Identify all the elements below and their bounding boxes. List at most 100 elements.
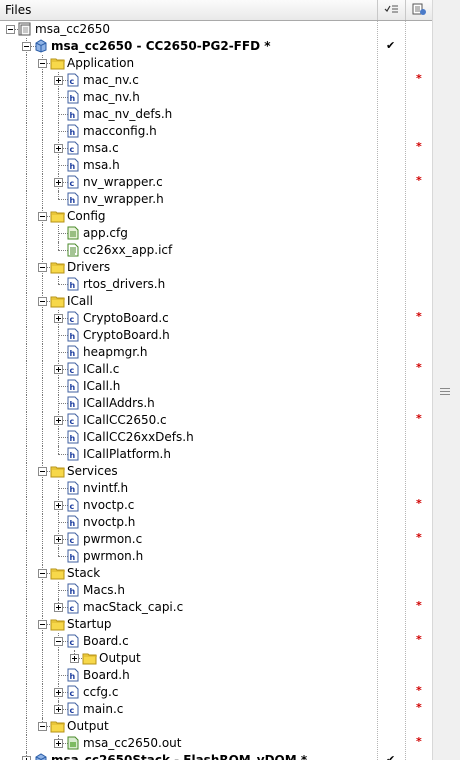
h-file-icon: h xyxy=(66,345,80,359)
collapse-icon[interactable] xyxy=(6,25,15,34)
tree-item-file[interactable]: c macStack_capi.c * xyxy=(0,599,432,616)
tree-guide-line xyxy=(42,378,43,395)
tree-item-file[interactable]: c nvoctp.c * xyxy=(0,497,432,514)
tree-guide-line xyxy=(42,106,43,123)
build-check-icon[interactable]: ✔ xyxy=(386,753,395,760)
tree-item-file[interactable]: h ICallCC26xxDefs.h xyxy=(0,429,432,446)
tree-item-folder[interactable]: Output xyxy=(0,650,432,667)
tree-item-file[interactable]: h ICallPlatform.h xyxy=(0,446,432,463)
tree-item-file[interactable]: c pwrmon.c * xyxy=(0,531,432,548)
tree-item-folder[interactable]: Stack xyxy=(0,565,432,582)
expand-icon[interactable] xyxy=(54,178,63,187)
expand-icon[interactable] xyxy=(54,739,63,748)
tree-item-file[interactable]: h mac_nv_defs.h xyxy=(0,106,432,123)
tree-item-file[interactable]: h ICall.h xyxy=(0,378,432,395)
tree-item-project[interactable]: msa_cc2650 - CC2650-PG2-FFD * ✔ xyxy=(0,38,432,55)
collapse-icon[interactable] xyxy=(38,722,47,731)
expand-icon[interactable] xyxy=(54,688,63,697)
tree-item-label: cc26xx_app.icf xyxy=(83,243,173,257)
tree-guide-line xyxy=(42,276,43,293)
options-column-header[interactable] xyxy=(405,0,433,20)
tree-item-file[interactable]: h CryptoBoard.h xyxy=(0,327,432,344)
expand-icon[interactable] xyxy=(54,144,63,153)
tree-guide-line xyxy=(26,310,27,327)
tree-item-file[interactable]: c mac_nv.c * xyxy=(0,72,432,89)
tree-item-file[interactable]: c ccfg.c * xyxy=(0,684,432,701)
collapse-icon[interactable] xyxy=(38,569,47,578)
modified-marker: * xyxy=(416,174,422,187)
tree-item-file[interactable]: c main.c * xyxy=(0,701,432,718)
tree-item-folder[interactable]: Services xyxy=(0,463,432,480)
collapse-icon[interactable] xyxy=(38,620,47,629)
scrollbar-grip-icon[interactable] xyxy=(440,388,450,396)
tree-item-file[interactable]: c msa.c * xyxy=(0,140,432,157)
collapse-icon[interactable] xyxy=(22,42,31,51)
collapse-icon[interactable] xyxy=(38,263,47,272)
tree-item-folder[interactable]: Config xyxy=(0,208,432,225)
tree-guide-line xyxy=(42,242,43,259)
collapse-icon[interactable] xyxy=(38,59,47,68)
expand-icon[interactable] xyxy=(54,705,63,714)
modified-marker: * xyxy=(416,701,422,714)
tree-item-label: pwrmon.c xyxy=(83,532,143,546)
tree-item-file[interactable]: msa_cc2650.out * xyxy=(0,735,432,752)
expand-icon[interactable] xyxy=(54,416,63,425)
tree-item-file[interactable]: h nv_wrapper.h xyxy=(0,191,432,208)
tree-item-file[interactable]: c CryptoBoard.c * xyxy=(0,310,432,327)
collapse-icon[interactable] xyxy=(38,212,47,221)
c-file-icon: c xyxy=(66,498,80,512)
expand-icon[interactable] xyxy=(54,314,63,323)
build-check-icon[interactable]: ✔ xyxy=(386,39,395,52)
expand-icon[interactable] xyxy=(54,603,63,612)
svg-text:h: h xyxy=(70,196,76,205)
svg-text:h: h xyxy=(70,587,76,596)
tree-guide-line xyxy=(26,548,27,565)
tree-item-project[interactable]: msa_cc2650Stack - FlashROM_vDOM * ✔ xyxy=(0,752,432,760)
tree-item-folder[interactable]: Application xyxy=(0,55,432,72)
tree-item-file[interactable]: h nvintf.h xyxy=(0,480,432,497)
c-file-icon: c xyxy=(66,311,80,325)
tree-item-file[interactable]: h Board.h xyxy=(0,667,432,684)
tree-item-label: ICall.c xyxy=(83,362,120,376)
expand-icon[interactable] xyxy=(54,76,63,85)
tree-item-file[interactable]: h Macs.h xyxy=(0,582,432,599)
tree-item-file[interactable]: h nvoctp.h xyxy=(0,514,432,531)
tree-item-file[interactable]: c nv_wrapper.c * xyxy=(0,174,432,191)
tree-item-workspace[interactable]: msa_cc2650 xyxy=(0,21,432,38)
tree-item-file[interactable]: cc26xx_app.icf xyxy=(0,242,432,259)
collapse-icon[interactable] xyxy=(38,297,47,306)
tree-item-file[interactable]: h msa.h xyxy=(0,157,432,174)
tree-item-file[interactable]: app.cfg xyxy=(0,225,432,242)
expand-icon[interactable] xyxy=(22,756,31,760)
tree-item-file[interactable]: c ICall.c * xyxy=(0,361,432,378)
tree-item-folder[interactable]: Startup xyxy=(0,616,432,633)
collapse-icon[interactable] xyxy=(54,637,63,646)
tree-item-file[interactable]: c Board.c * xyxy=(0,633,432,650)
tree-item-file[interactable]: h macconfig.h xyxy=(0,123,432,140)
tree-guide-line xyxy=(26,327,27,344)
tree-item-label: heapmgr.h xyxy=(83,345,148,359)
vertical-scrollbar[interactable] xyxy=(432,0,460,760)
tree-item-label: Application xyxy=(67,56,135,70)
expand-icon[interactable] xyxy=(54,365,63,374)
tree-guide-line xyxy=(42,548,43,565)
svg-text:c: c xyxy=(70,315,75,324)
tree-guide-line xyxy=(42,157,43,174)
tree-item-file[interactable]: h ICallAddrs.h xyxy=(0,395,432,412)
expand-icon[interactable] xyxy=(54,501,63,510)
tree-item-file[interactable]: h heapmgr.h xyxy=(0,344,432,361)
tree-item-file[interactable]: h mac_nv.h xyxy=(0,89,432,106)
tree-item-folder[interactable]: Output xyxy=(0,718,432,735)
tree-item-folder[interactable]: Drivers xyxy=(0,259,432,276)
collapse-icon[interactable] xyxy=(38,467,47,476)
expand-icon[interactable] xyxy=(70,654,79,663)
tree-item-file[interactable]: h pwrmon.h xyxy=(0,548,432,565)
tree-item-file[interactable]: h rtos_drivers.h xyxy=(0,276,432,293)
tree-item-label: Drivers xyxy=(67,260,111,274)
expand-icon[interactable] xyxy=(54,535,63,544)
svg-text:c: c xyxy=(70,366,75,375)
tree-item-folder[interactable]: ICall xyxy=(0,293,432,310)
tree-item-file[interactable]: c ICallCC2650.c * xyxy=(0,412,432,429)
build-column-header[interactable] xyxy=(377,0,406,20)
tree-guide-line xyxy=(26,242,27,259)
